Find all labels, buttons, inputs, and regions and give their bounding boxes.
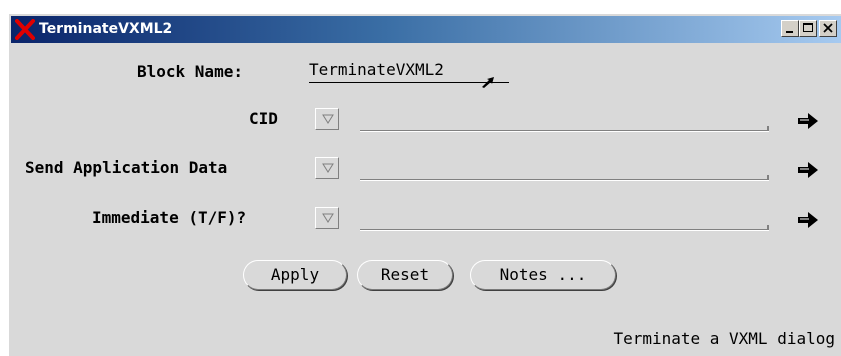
close-button[interactable] bbox=[819, 20, 837, 37]
maximize-button[interactable] bbox=[799, 20, 817, 37]
reset-button[interactable]: Reset bbox=[357, 260, 453, 290]
window-title: TerminateVXML2 bbox=[39, 21, 173, 37]
red-x-icon bbox=[15, 19, 35, 40]
apply-button[interactable]: Apply bbox=[243, 260, 347, 290]
minimize-icon bbox=[786, 31, 793, 33]
minimize-button[interactable] bbox=[781, 20, 799, 37]
triangle-down-icon bbox=[322, 163, 334, 173]
block-name-label: Block Name: bbox=[137, 62, 243, 81]
immediate-input[interactable] bbox=[360, 229, 769, 231]
arrow-right-icon[interactable] bbox=[797, 161, 819, 179]
close-icon bbox=[823, 23, 833, 33]
dialog-window: TerminateVXML2 Block Name: TerminateVXML… bbox=[8, 13, 841, 356]
cid-input[interactable] bbox=[360, 130, 769, 132]
field-label-send-application-data: Send Application Data bbox=[25, 158, 228, 177]
cid-dropdown-button[interactable] bbox=[315, 108, 339, 130]
send-application-data-input-edge bbox=[767, 175, 769, 179]
immediate-input-edge bbox=[767, 225, 769, 229]
field-label-immediate: Immediate (T/F)? bbox=[92, 208, 247, 227]
maximize-icon bbox=[803, 23, 813, 32]
arrow-right-icon[interactable] bbox=[797, 112, 819, 130]
mouse-cursor-icon bbox=[482, 77, 494, 88]
arrow-right-icon[interactable] bbox=[797, 211, 819, 229]
immediate-dropdown-button[interactable] bbox=[315, 207, 339, 229]
status-description: Terminate a VXML dialog bbox=[613, 329, 835, 348]
cid-input-edge bbox=[767, 126, 769, 130]
triangle-down-icon bbox=[322, 114, 334, 124]
title-bar[interactable]: TerminateVXML2 bbox=[11, 16, 841, 43]
send-application-data-input[interactable] bbox=[360, 179, 769, 181]
triangle-down-icon bbox=[322, 213, 334, 223]
field-label-cid: CID bbox=[249, 109, 278, 128]
block-name-field[interactable]: TerminateVXML2 bbox=[309, 60, 509, 83]
send-application-data-dropdown-button[interactable] bbox=[315, 157, 339, 179]
notes-button[interactable]: Notes ... bbox=[470, 260, 616, 290]
